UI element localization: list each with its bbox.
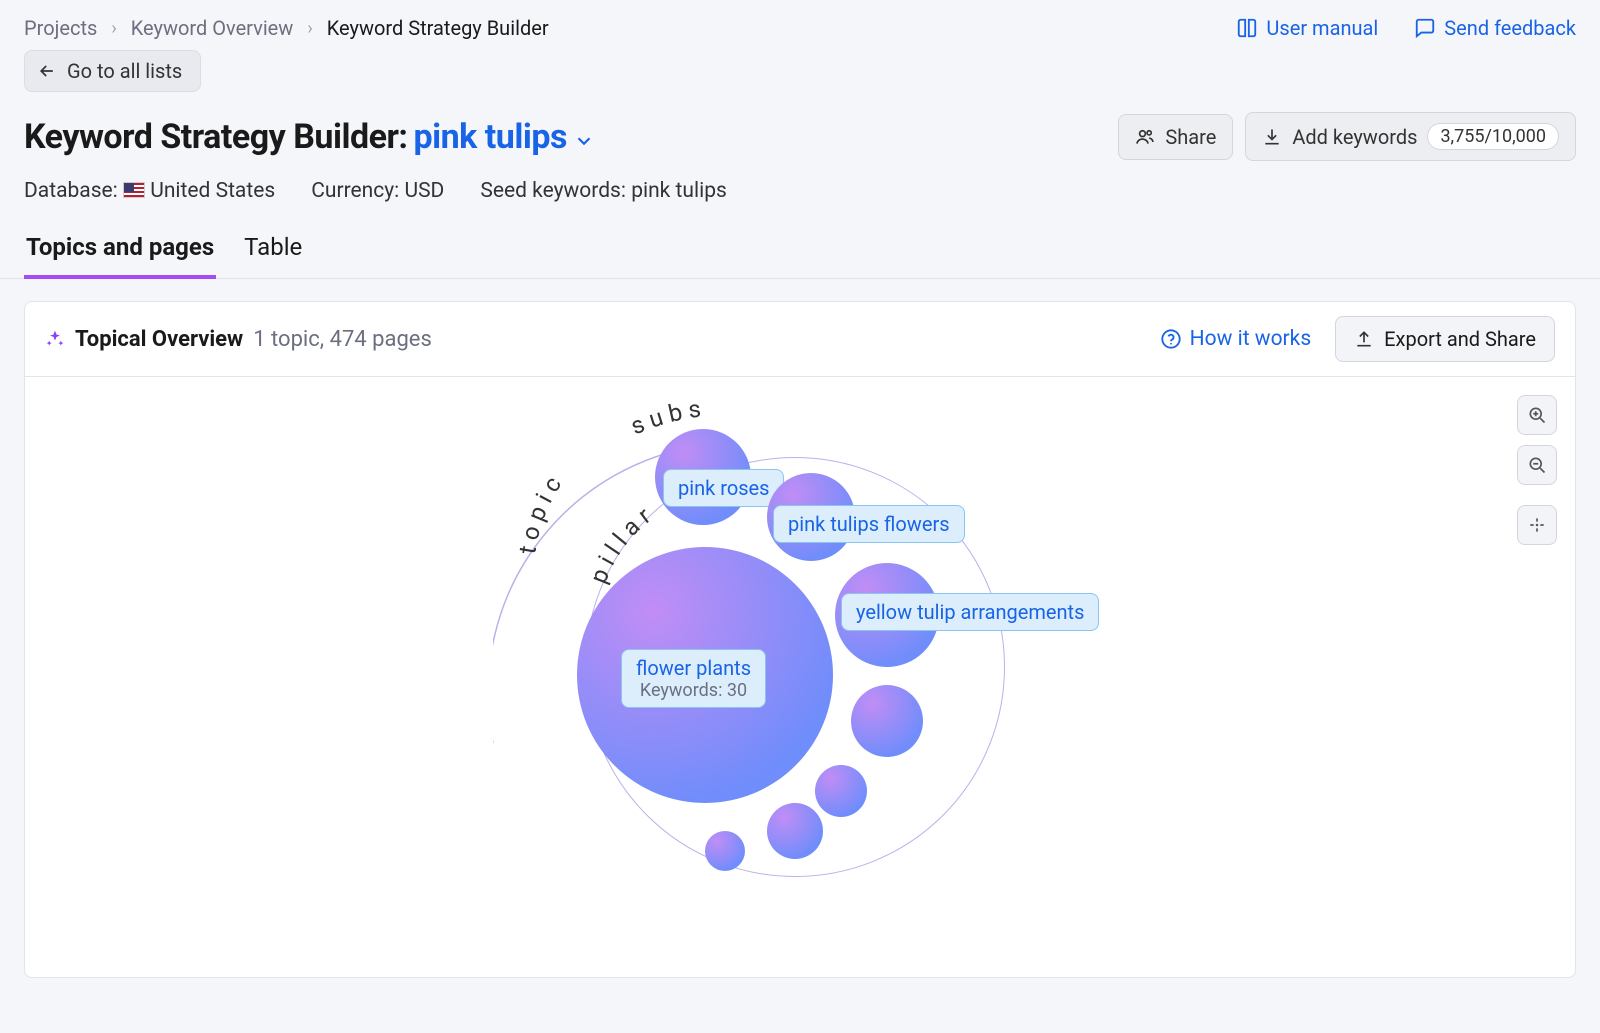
send-feedback-link[interactable]: Send feedback	[1414, 16, 1576, 40]
arc-pillar-text: pillar	[584, 498, 660, 587]
breadcrumb: Projects › Keyword Overview › Keyword St…	[24, 16, 549, 40]
back-to-lists-label: Go to all lists	[67, 59, 182, 83]
upload-icon	[1354, 329, 1374, 349]
tab-topics-and-pages[interactable]: Topics and pages	[24, 233, 216, 279]
sub-label-yellow[interactable]: yellow tulip arrangements	[841, 593, 1099, 631]
export-share-button[interactable]: Export and Share	[1335, 316, 1555, 362]
arrow-left-icon	[37, 61, 57, 81]
sparkle-icon	[45, 329, 65, 349]
database-meta: Database: United States	[24, 179, 275, 203]
share-label: Share	[1165, 125, 1216, 149]
seed-value: pink tulips	[631, 179, 727, 203]
sub-bubble-7[interactable]	[705, 831, 745, 871]
add-keywords-button[interactable]: Add keywords 3,755/10,000	[1245, 112, 1576, 161]
pillar-label-chip[interactable]: flower plants Keywords: 30	[621, 649, 766, 708]
user-manual-link[interactable]: User manual	[1236, 16, 1378, 40]
seed-meta: Seed keywords: pink tulips	[480, 179, 726, 203]
users-icon	[1135, 127, 1155, 147]
seed-dropdown-label: pink tulips	[414, 117, 567, 157]
book-icon	[1236, 17, 1258, 39]
seed-label: Seed keywords:	[480, 179, 626, 203]
share-button[interactable]: Share	[1118, 114, 1233, 160]
database-value: United States	[150, 179, 275, 203]
sub-bubble-5[interactable]	[815, 765, 867, 817]
sub-bubble-6[interactable]	[767, 803, 823, 859]
seed-dropdown[interactable]: pink tulips	[414, 117, 595, 157]
currency-meta: Currency: USD	[311, 179, 444, 203]
chevron-down-icon	[573, 130, 595, 152]
panel-title: Topical Overview	[75, 327, 243, 352]
database-label: Database:	[24, 179, 118, 203]
export-share-label: Export and Share	[1384, 327, 1536, 351]
sub-bubble-4[interactable]	[851, 685, 923, 757]
add-keywords-label: Add keywords	[1292, 125, 1417, 149]
currency-value: USD	[404, 179, 444, 203]
back-to-lists-button[interactable]: Go to all lists	[24, 50, 201, 92]
currency-label: Currency:	[311, 179, 399, 203]
breadcrumb-current: Keyword Strategy Builder	[327, 16, 549, 40]
pillar-keywords: Keywords: 30	[636, 680, 751, 701]
help-icon	[1160, 328, 1182, 350]
chevron-right-icon: ›	[307, 18, 312, 39]
breadcrumb-projects[interactable]: Projects	[24, 16, 97, 40]
send-feedback-label: Send feedback	[1444, 16, 1576, 40]
keywords-count-pill: 3,755/10,000	[1427, 123, 1559, 150]
arc-subs-text: subs	[627, 394, 709, 441]
user-manual-label: User manual	[1266, 16, 1378, 40]
topical-overview-panel: Topical Overview 1 topic, 474 pages How …	[24, 301, 1576, 978]
page-title: Keyword Strategy Builder:	[24, 117, 408, 157]
how-it-works-label: How it works	[1190, 327, 1312, 351]
panel-subtitle: 1 topic, 474 pages	[253, 327, 432, 352]
how-it-works-link[interactable]: How it works	[1160, 327, 1312, 351]
pillar-label: flower plants	[636, 656, 751, 680]
arc-topic-text: topic	[513, 466, 570, 556]
chevron-right-icon: ›	[111, 18, 116, 39]
topic-bubble-chart[interactable]: flower plants Keywords: 30 pink roses pi…	[25, 377, 1575, 977]
us-flag-icon	[123, 182, 145, 198]
tab-table[interactable]: Table	[242, 233, 304, 278]
feedback-icon	[1414, 17, 1436, 39]
breadcrumb-keyword-overview[interactable]: Keyword Overview	[131, 16, 294, 40]
download-icon	[1262, 127, 1282, 147]
